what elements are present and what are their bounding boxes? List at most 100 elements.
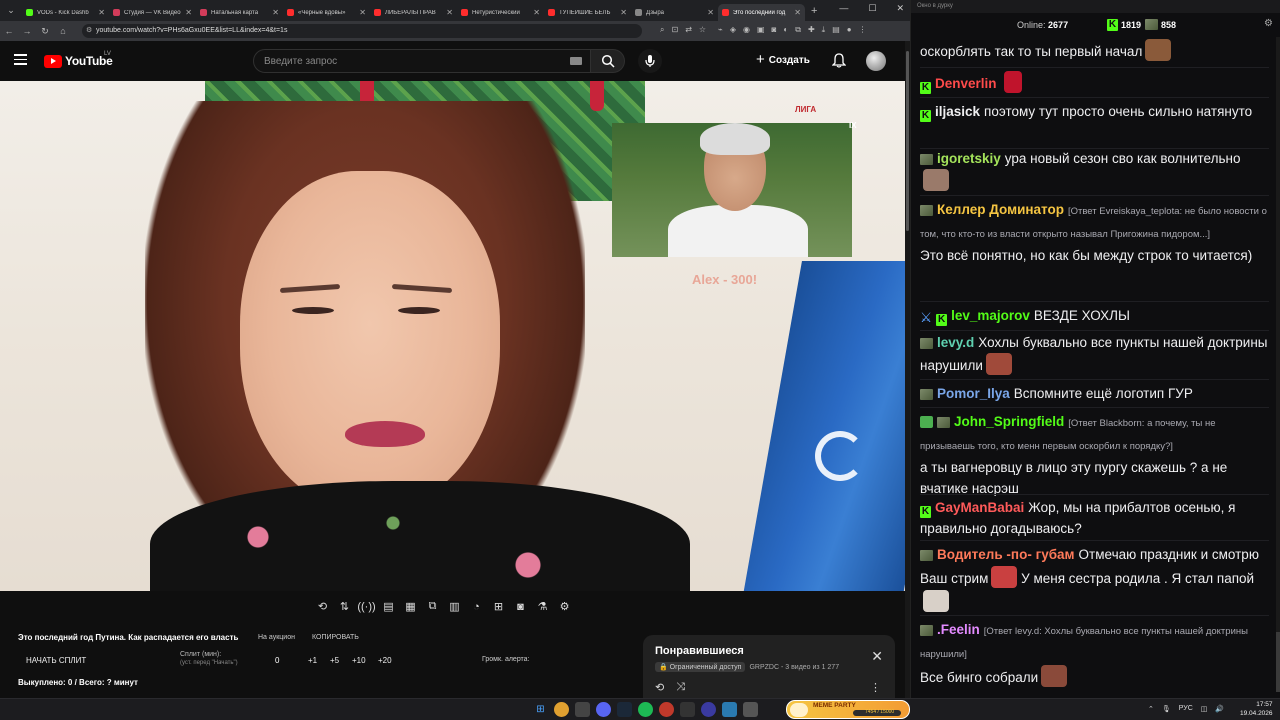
close-icon[interactable]: ✕ [533, 8, 540, 17]
loop-icon[interactable]: ⟲ [655, 681, 664, 694]
clapper-icon[interactable]: ▦ [402, 598, 419, 615]
tab-4[interactable]: ЛИБЕРАЛЫ ПРАВ ✕ [370, 4, 457, 21]
maximize-icon[interactable]: ☐ [868, 3, 876, 14]
camera-icon[interactable]: ◙ [512, 598, 529, 615]
app-icon[interactable] [659, 702, 674, 717]
speed-icon[interactable]: ◔ [468, 598, 485, 615]
menu-dots-icon[interactable]: ⋮ [859, 25, 867, 35]
video-player[interactable]: ЛИГА IX Alex - 300! [0, 81, 905, 591]
bookmark-star-icon[interactable]: ☆ [699, 25, 706, 35]
zoom-icon[interactable]: ⌕ [660, 25, 664, 35]
chat-username[interactable]: GayManBabai [935, 500, 1024, 515]
chat-username[interactable]: igoretskiy [937, 151, 1001, 166]
close-icon[interactable]: ✕ [359, 8, 366, 17]
reload-icon[interactable]: ↻ [36, 26, 54, 37]
tab-search-icon[interactable]: ⌄ [0, 0, 22, 21]
scrollbar-thumb[interactable] [906, 51, 909, 231]
tab-3[interactable]: «Черные вдовы» ✕ [283, 4, 370, 21]
split-value-input[interactable]: 0 [275, 656, 279, 665]
language-indicator[interactable]: РУС [1179, 705, 1193, 713]
grid-icon[interactable]: ▥ [446, 598, 463, 615]
home-icon[interactable]: ⌂ [54, 26, 72, 36]
copy-button[interactable]: КОПИРОВАТЬ [312, 634, 359, 641]
broadcast-icon[interactable]: ((·)) [357, 598, 375, 615]
network-icon[interactable]: ◫ [1201, 705, 1208, 713]
close-icon[interactable]: ✕ [871, 648, 883, 665]
app-icon[interactable] [680, 702, 695, 717]
site-info-icon[interactable]: ⚙ [86, 26, 92, 34]
tab-1[interactable]: Студия — VK Видео ✕ [109, 4, 196, 21]
clock[interactable]: 17:57 19.04.2026 [1240, 700, 1273, 718]
install-icon[interactable]: ⊡ [671, 25, 678, 35]
menu-icon[interactable] [14, 54, 27, 65]
create-button[interactable]: + Создать [756, 51, 810, 68]
tab-8-active[interactable]: Это последний год ✕ [718, 4, 805, 21]
chrome-icon[interactable] [554, 702, 569, 717]
meme-party-widget[interactable]: MEME PARTY 7454 / 15000 [786, 700, 910, 719]
tab-5[interactable]: Нетуристический ✕ [457, 4, 544, 21]
voice-search-button[interactable] [638, 49, 662, 73]
search-button[interactable] [591, 49, 625, 73]
app-icon[interactable] [743, 702, 758, 717]
more-options-icon[interactable]: ⋮ [870, 681, 881, 694]
spotify-icon[interactable] [638, 702, 653, 717]
gear-icon[interactable]: ⚙ [556, 598, 573, 615]
minimize-icon[interactable]: — [839, 3, 848, 14]
close-icon[interactable]: ✕ [620, 8, 627, 17]
tab-2[interactable]: Натальная карта ✕ [196, 4, 283, 21]
shuffle-icon[interactable]: ⤨ [676, 681, 685, 694]
steam-icon[interactable] [617, 702, 632, 717]
playlist-icon[interactable]: ▤ [380, 598, 397, 615]
chat-username[interactable]: .Feelin [937, 622, 980, 637]
url-input[interactable]: ⚙ youtube.com/watch?v=PHs6aGxu0EE&list=L… [82, 24, 642, 38]
chat-username[interactable]: Келлер Доминатор [937, 202, 1064, 217]
chat-username[interactable]: Водитель -по- губам [937, 547, 1075, 562]
discord-icon[interactable] [596, 702, 611, 717]
new-tab-button[interactable]: + [805, 5, 823, 17]
chat-username[interactable]: lev_majorov [951, 308, 1030, 323]
increment-button[interactable]: +1 [308, 656, 317, 665]
chat-username[interactable]: iljasick [935, 104, 980, 119]
profile-icon[interactable]: ● [847, 25, 852, 35]
extension-icon[interactable]: ◙ [772, 25, 777, 35]
pip-icon[interactable]: ⧉ [424, 598, 441, 615]
close-icon[interactable]: ✕ [272, 8, 279, 17]
back-icon[interactable]: ← [0, 26, 18, 36]
sort-icon[interactable]: ⇅ [336, 598, 353, 615]
close-icon[interactable]: ✕ [98, 8, 105, 17]
extension-icon[interactable]: ▣ [757, 25, 765, 35]
puzzle-icon[interactable]: ✚ [808, 25, 815, 35]
close-icon[interactable]: ✕ [794, 8, 801, 17]
increment-button[interactable]: +10 [352, 656, 366, 665]
close-icon[interactable]: ✕ [446, 8, 453, 17]
chat-username[interactable]: John_Springfield [954, 414, 1064, 429]
tab-0[interactable]: VODs - Kick Dashb ✕ [22, 4, 109, 21]
volume-icon[interactable]: 🔊 [1215, 705, 1224, 713]
add-icon[interactable]: ⊞ [490, 598, 507, 615]
app-icon[interactable] [701, 702, 716, 717]
telegram-icon[interactable] [722, 702, 737, 717]
close-icon[interactable]: ✕ [185, 8, 192, 17]
download-icon[interactable]: ⤓ [822, 25, 826, 35]
close-icon[interactable]: ✕ [707, 8, 714, 17]
loop-icon[interactable]: ⟲ [314, 598, 331, 615]
explorer-icon[interactable] [575, 702, 590, 717]
increment-button[interactable]: +5 [330, 656, 339, 665]
playlist-title[interactable]: Понравившиеся [655, 645, 883, 657]
gear-icon[interactable]: ⚙ [1264, 18, 1273, 29]
chevron-up-icon[interactable]: ⌃ [1148, 705, 1154, 713]
translate-icon[interactable]: ⇄ [685, 25, 692, 35]
avatar[interactable] [866, 51, 886, 71]
close-window-icon[interactable]: ✕ [896, 3, 904, 14]
microphone-icon[interactable]: 🎙 [1162, 705, 1171, 713]
extension-icon[interactable]: ◐ [783, 25, 788, 35]
extension-icon[interactable]: ⌁ [718, 25, 723, 35]
forward-icon[interactable]: → [18, 26, 36, 36]
extension-icon[interactable]: ◈ [730, 25, 736, 35]
chat-username[interactable]: levy.d [937, 335, 974, 350]
scrollbar-thumb[interactable] [1276, 632, 1280, 692]
extension-icon[interactable]: ⧉ [795, 25, 801, 35]
extension-icon[interactable]: ◉ [743, 25, 750, 35]
tab-7[interactable]: Дзыра ✕ [631, 4, 718, 21]
tab-6[interactable]: ТУПЕЙШИЕ БЕЛЬ ✕ [544, 4, 631, 21]
